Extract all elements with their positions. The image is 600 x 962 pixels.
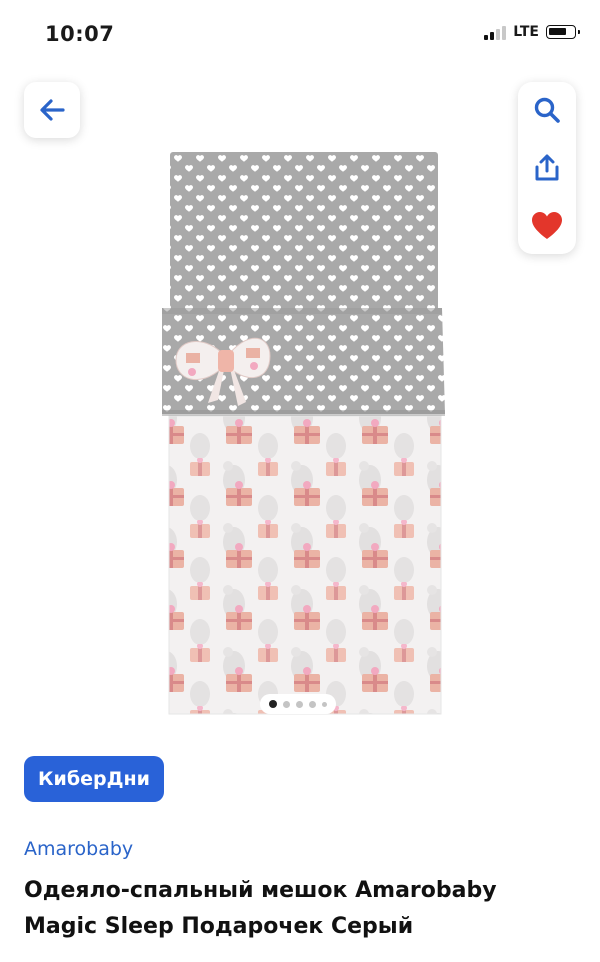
favorite-button[interactable] [518, 206, 576, 246]
product-photo [162, 152, 445, 715]
carousel-indicator[interactable] [260, 694, 336, 714]
status-indicators: LTE [484, 24, 580, 40]
search-icon [534, 97, 560, 123]
carousel-dot[interactable] [322, 701, 327, 707]
carousel-dot[interactable] [269, 700, 277, 708]
product-title-line-2: Magic Sleep Подарочек Серый [24, 914, 414, 939]
battery-level [549, 28, 566, 35]
carousel-dot[interactable] [296, 700, 303, 708]
promo-badge[interactable]: КиберДни [24, 756, 164, 802]
carousel-dot[interactable] [309, 700, 316, 708]
heart-icon [532, 212, 562, 239]
status-bar: 10:07 LTE [0, 0, 600, 64]
product-title: Одеяло-спальный мешок Amarobaby Magic Sl… [24, 873, 584, 945]
back-button[interactable] [24, 82, 80, 138]
share-icon [535, 154, 559, 181]
product-title-line-1: Одеяло-спальный мешок Amarobaby [24, 878, 497, 903]
status-time: 10:07 [45, 22, 115, 46]
brand-link[interactable]: Amarobaby [24, 838, 133, 860]
share-button[interactable] [518, 148, 576, 188]
battery-icon [546, 25, 580, 39]
arrow-left-icon [40, 99, 65, 121]
product-image[interactable] [150, 148, 450, 718]
carousel-dot[interactable] [283, 700, 290, 708]
network-label: LTE [513, 24, 539, 40]
signal-icon [484, 24, 507, 40]
action-buttons [518, 82, 576, 254]
search-button[interactable] [518, 90, 576, 130]
